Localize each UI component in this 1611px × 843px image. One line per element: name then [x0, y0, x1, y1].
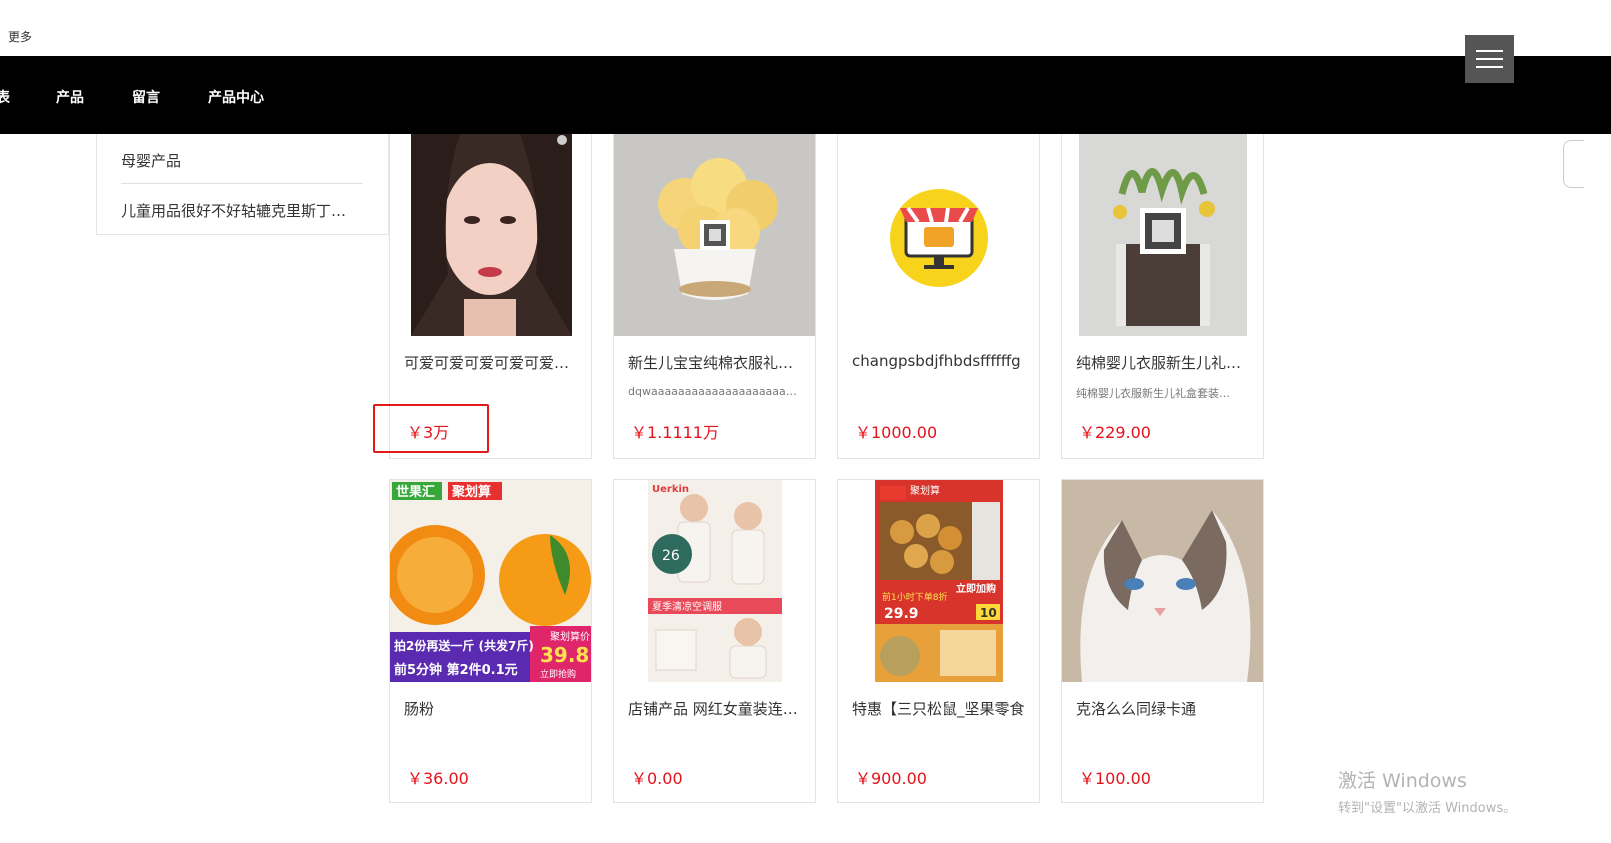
product-title[interactable]: 肠粉: [404, 698, 578, 719]
windows-activation-watermark: 激活 Windows 转到"设置"以激活 Windows。: [1338, 766, 1516, 816]
product-card[interactable]: 26 Uerkin 夏季清凉空调服 店铺产品 网红女童装连衣裙 ￥0.00: [613, 479, 816, 803]
product-image[interactable]: 聚划算 立即加购 前1小时下单8折 29.9 10: [838, 480, 1039, 682]
ad-text: 聚划算价: [550, 630, 590, 643]
product-image[interactable]: [614, 134, 815, 336]
menu-button[interactable]: [1465, 35, 1514, 83]
sidebar-item-children[interactable]: 儿童用品很好不好轱辘克里斯丁…: [121, 200, 363, 221]
shop-icon: [838, 134, 1039, 336]
product-title[interactable]: 新生儿宝宝纯棉衣服礼盒套装: [628, 352, 802, 373]
product-title[interactable]: 特惠【三只松鼠_坚果零食: [852, 698, 1026, 719]
main-nav: 表 产品 留言 产品中心: [0, 56, 1611, 134]
product-price: ￥36.00: [407, 769, 469, 788]
product-image[interactable]: [838, 134, 1039, 336]
product-price: ￥0.00: [631, 769, 683, 788]
sidebar-item-maternal-baby[interactable]: 母婴产品: [121, 150, 363, 171]
highlight-box: [373, 404, 489, 453]
ad-text: 立即抢购: [540, 668, 576, 680]
divider: [121, 183, 363, 184]
nav-item-messages[interactable]: 留言: [132, 87, 160, 107]
ad-text: 聚划算: [910, 484, 940, 497]
product-image[interactable]: [1062, 134, 1263, 336]
product-price: ￥229.00: [1079, 423, 1151, 442]
product-image[interactable]: [390, 134, 591, 336]
ad-text: 前1小时下单8折: [882, 591, 947, 603]
product-card[interactable]: 克洛么么同绿卡通 ￥100.00: [1061, 479, 1264, 803]
ad-text: 10: [980, 606, 997, 620]
product-title[interactable]: 克洛么么同绿卡通: [1076, 698, 1250, 719]
product-card[interactable]: 新生儿宝宝纯棉衣服礼盒套装 dqwaaaaaaaaaaaaaaaaaaaaaf……: [613, 134, 816, 459]
ad-text: 26: [662, 548, 680, 564]
side-tab-handle[interactable]: [1563, 140, 1584, 188]
hamburger-icon: [1476, 58, 1503, 60]
watermark-subtitle: 转到"设置"以激活 Windows。: [1338, 801, 1517, 816]
ad-text: 世果汇: [396, 484, 435, 500]
product-image[interactable]: 世果汇 聚划算 拍2份再送一斤 (共发7斤) 前5分钟 第2件0.1元 聚划算价…: [390, 480, 591, 682]
product-card[interactable]: changpsbdjfhbdsffffffg ￥1000.00: [837, 134, 1040, 459]
ad-text: 29.9: [884, 606, 919, 622]
product-title[interactable]: 店铺产品 网红女童装连衣裙: [628, 698, 802, 719]
ad-text: 聚划算: [451, 484, 491, 500]
product-card[interactable]: 世果汇 聚划算 拍2份再送一斤 (共发7斤) 前5分钟 第2件0.1元 聚划算价…: [389, 479, 592, 803]
ad-text: Uerkin: [652, 484, 689, 495]
ad-text: 拍2份再送一斤 (共发7斤): [394, 638, 534, 653]
product-subtitle: dqwaaaaaaaaaaaaaaaaaaaaaf…: [628, 385, 802, 398]
product-price: ￥1000.00: [855, 423, 938, 442]
product-title[interactable]: 纯棉婴儿衣服新生儿礼盒套装: [1076, 352, 1250, 373]
product-price: ￥900.00: [855, 769, 927, 788]
product-card[interactable]: 纯棉婴儿衣服新生儿礼盒套装 纯棉婴儿衣服新生儿礼盒套装… ￥229.00: [1061, 134, 1264, 459]
watermark-title: 激活 Windows: [1338, 770, 1467, 792]
more-link[interactable]: 更多: [8, 28, 32, 45]
top-bar: 更多: [0, 0, 1611, 56]
product-image[interactable]: [1062, 480, 1263, 682]
product-image[interactable]: 26 Uerkin 夏季清凉空调服: [614, 480, 815, 682]
nav-item-products[interactable]: 产品: [56, 87, 84, 107]
nav-item-partial[interactable]: 表: [0, 87, 10, 107]
ad-text: 前5分钟 第2件0.1元: [394, 662, 518, 678]
product-subtitle: 纯棉婴儿衣服新生儿礼盒套装…: [1076, 387, 1230, 400]
product-price: ￥100.00: [1079, 769, 1151, 788]
hamburger-icon: [1476, 50, 1503, 52]
product-card[interactable]: 聚划算 立即加购 前1小时下单8折 29.9 10 特惠【三只松鼠_坚果零食 ￥…: [837, 479, 1040, 803]
ad-text: 39.8: [540, 643, 589, 667]
product-title[interactable]: changpsbdjfhbdsffffffg: [852, 352, 1026, 370]
hamburger-icon: [1476, 66, 1503, 68]
category-sidebar: 母婴产品 儿童用品很好不好轱辘克里斯丁…: [96, 134, 389, 235]
ad-text: 夏季清凉空调服: [652, 600, 722, 613]
product-title[interactable]: 可爱可爱可爱可爱可爱可爱: [404, 352, 578, 373]
ad-text: 立即加购: [956, 582, 996, 595]
product-price: ￥1.1111万: [631, 423, 719, 442]
nav-item-product-center[interactable]: 产品中心: [208, 87, 264, 107]
